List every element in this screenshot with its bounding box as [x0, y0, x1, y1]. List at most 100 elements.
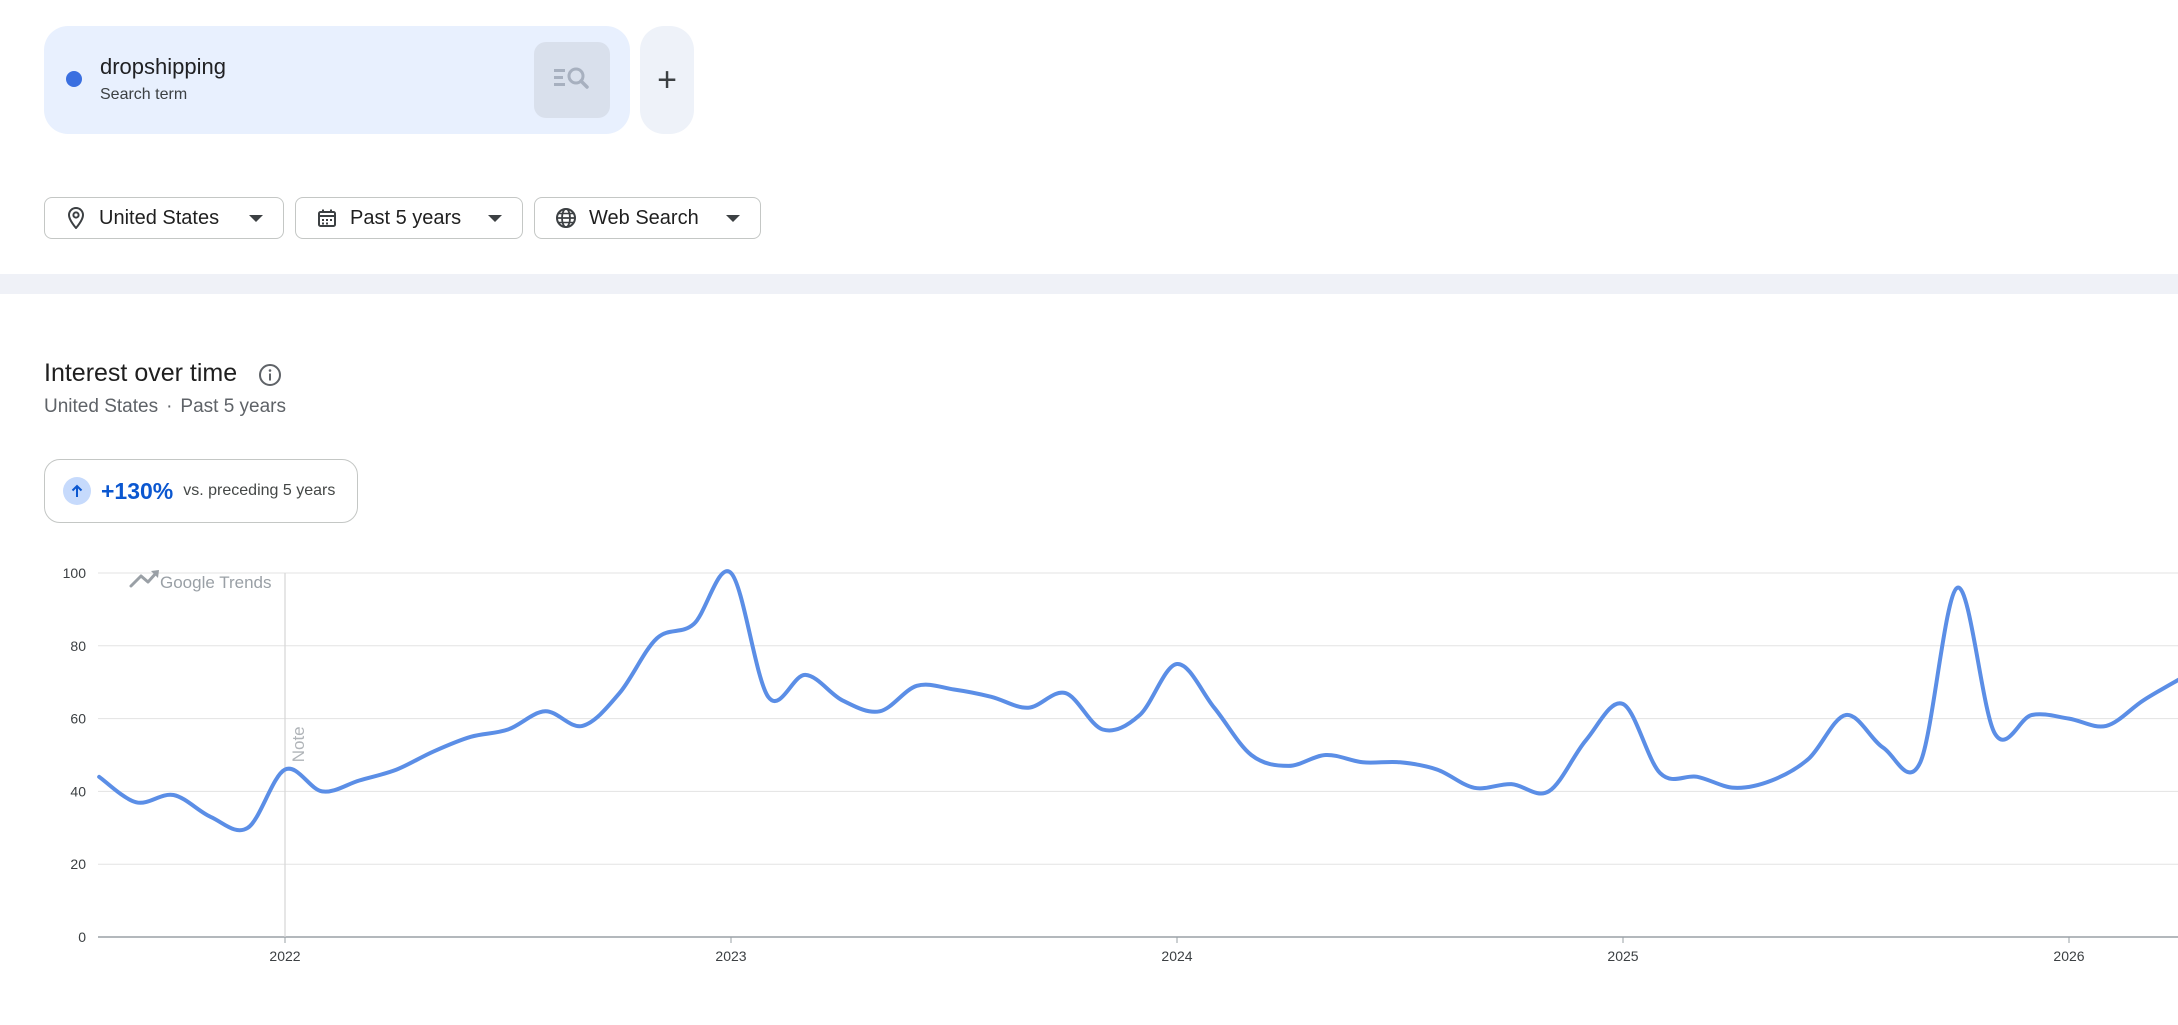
chevron-down-icon: [488, 214, 502, 222]
chart-note-marker[interactable]: Note: [284, 573, 308, 937]
data-point: [2098, 718, 2114, 734]
data-point: [351, 772, 367, 788]
data-point: [128, 794, 144, 810]
chevron-down-icon: [726, 214, 740, 222]
data-point: [1578, 732, 1594, 748]
search-term-button[interactable]: [534, 42, 610, 118]
data-point: [277, 762, 293, 778]
data-point: [723, 565, 739, 581]
data-point: [612, 685, 628, 701]
data-point: [1838, 707, 1854, 723]
data-point: [649, 631, 665, 647]
data-point: [1875, 740, 1891, 756]
data-point: [1912, 754, 1928, 770]
data-point: [1689, 769, 1705, 785]
data-point: [872, 703, 888, 719]
data-point: [760, 689, 776, 705]
data-point: [835, 692, 851, 708]
search-term-card[interactable]: dropshipping Search term: [44, 26, 630, 134]
change-value: +130%: [101, 477, 174, 504]
time-range-filter-label: Past 5 years: [350, 206, 462, 229]
info-icon[interactable]: [258, 363, 282, 387]
data-point: [537, 703, 553, 719]
data-point: [1392, 754, 1408, 770]
data-point: [686, 616, 702, 632]
chart-gridlines: [98, 572, 2178, 938]
data-point: [1132, 707, 1148, 723]
data-point: [426, 743, 442, 759]
data-point: [946, 681, 962, 697]
y-tick-label: 0: [78, 929, 86, 945]
x-axis-labels: 2022 2023 2024 2025 2026: [269, 937, 2085, 964]
data-point: [2061, 711, 2077, 727]
data-point: [203, 809, 219, 825]
data-point: [1652, 765, 1668, 781]
calendar-icon: [316, 207, 338, 229]
data-point: [91, 769, 107, 785]
data-point: [1801, 751, 1817, 767]
interest-over-time-chart[interactable]: 0 20 40 60 80 100 2022 2023 2024 2025 2026 Note G…: [0, 555, 2178, 975]
data-point: [1615, 696, 1631, 712]
series-color-dot: [66, 71, 82, 87]
chart-series: [91, 565, 2178, 836]
data-point: [2135, 692, 2151, 708]
data-point: [166, 787, 182, 803]
y-tick-label: 20: [70, 856, 86, 872]
data-point: [1950, 580, 1966, 596]
data-point: [240, 820, 256, 836]
chevron-down-icon: [249, 214, 263, 222]
change-label: vs. preceding 5 years: [183, 482, 336, 499]
data-point: [1466, 780, 1482, 796]
data-point: [574, 718, 590, 734]
data-point: [983, 689, 999, 705]
data-point: [1095, 722, 1111, 738]
data-point: [1206, 700, 1222, 716]
data-point: [500, 722, 516, 738]
y-tick-label: 60: [70, 711, 86, 727]
data-point: [1020, 700, 1036, 716]
y-tick-label: 100: [63, 565, 87, 581]
data-point: [1318, 747, 1334, 763]
data-point: [1243, 747, 1259, 763]
location-filter-label: United States: [99, 206, 220, 229]
arrow-up-icon: [63, 477, 91, 505]
data-point: [389, 762, 405, 778]
location-pin-icon: [65, 207, 87, 229]
location-filter-dropdown[interactable]: United States: [44, 197, 284, 239]
change-summary-badge: +130% vs. preceding 5 years: [44, 459, 358, 523]
trend-arrow-icon: [129, 570, 159, 588]
data-point: [1541, 783, 1557, 799]
data-point: [1429, 762, 1445, 778]
data-point: [797, 667, 813, 683]
search-term-type: Search term: [100, 86, 188, 103]
globe-icon: [555, 207, 577, 229]
subtitle-separator: ·: [166, 396, 173, 417]
search-term-name: dropshipping: [100, 54, 226, 79]
search-property-filter-dropdown[interactable]: Web Search: [534, 197, 761, 239]
data-point: [1764, 772, 1780, 788]
x-tick-label: 2022: [269, 948, 300, 964]
x-tick-label: 2026: [2053, 948, 2084, 964]
watermark-text: Google Trends: [160, 573, 272, 592]
data-point: [314, 783, 330, 799]
data-point: [909, 678, 925, 694]
data-point: [1355, 754, 1371, 770]
note-label: Note: [289, 726, 308, 762]
y-tick-label: 80: [70, 638, 86, 654]
section-divider: [0, 274, 2178, 294]
plus-icon: +: [657, 60, 677, 99]
data-point: [463, 729, 479, 745]
time-range-filter-dropdown[interactable]: Past 5 years: [295, 197, 523, 239]
section-title: Interest over time: [44, 359, 238, 387]
data-point: [1504, 776, 1520, 792]
y-axis-labels: 0 20 40 60 80 100: [63, 565, 87, 945]
add-comparison-button[interactable]: +: [640, 26, 694, 134]
subtitle-location: United States: [44, 396, 159, 417]
y-tick-label: 40: [70, 783, 86, 799]
data-point: [2024, 707, 2040, 723]
search-list-icon: [552, 64, 592, 97]
x-tick-label: 2024: [1161, 948, 1192, 964]
data-point: [1281, 758, 1297, 774]
data-point: [1058, 685, 1074, 701]
subtitle-range: Past 5 years: [180, 396, 287, 417]
